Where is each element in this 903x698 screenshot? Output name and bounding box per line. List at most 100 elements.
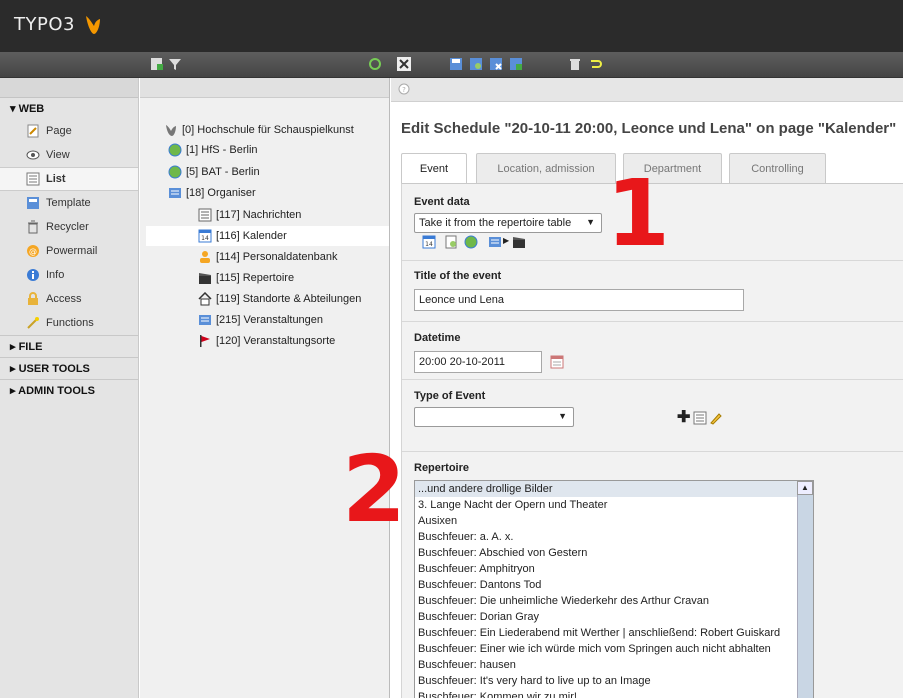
list-item[interactable]: Buschfeuer: It's very hard to live up to…: [415, 673, 813, 689]
svg-text:@: @: [29, 247, 37, 256]
field-title-of-event: Title of the event Leonce und Lena: [402, 261, 903, 322]
filter-icon[interactable]: [168, 57, 182, 71]
tree-node-organiser[interactable]: [18] Organiser: [168, 183, 256, 203]
module-item-label: Powermail: [46, 245, 98, 257]
list-item[interactable]: Buschfeuer: Amphitryon: [415, 561, 813, 577]
module-item-label: Functions: [46, 317, 94, 329]
new-page-icon[interactable]: [150, 57, 164, 71]
undo-icon[interactable]: [588, 57, 602, 71]
calendar-icon[interactable]: 14: [422, 235, 436, 249]
repertoire-listbox[interactable]: ...und andere drollige Bilder 3. Lange N…: [414, 480, 814, 698]
tree-node-label: [117] Nachrichten: [216, 209, 302, 221]
tab-location-admission[interactable]: Location, admission: [476, 153, 616, 183]
document-icon[interactable]: [444, 235, 458, 249]
module-item-label: View: [46, 149, 70, 161]
save-and-new-icon[interactable]: [509, 57, 523, 71]
page-tree: [0] Hochschule für Schauspielkunst [1] H…: [140, 78, 390, 698]
list-item[interactable]: Buschfeuer: Einer wie ich würde mich vom…: [415, 641, 813, 657]
arrow-right-icon: ▶: [503, 236, 510, 245]
list-item[interactable]: Buschfeuer: Kommen wir zu mir!: [415, 689, 813, 698]
module-menu: ▾ WEB Page View List Template Recycler @…: [0, 78, 139, 698]
list-item[interactable]: Buschfeuer: Ein Liederabend mit Werther …: [415, 625, 813, 641]
sysfolder-icon: [199, 315, 211, 325]
list-item[interactable]: ...und andere drollige Bilder: [415, 481, 813, 497]
save-and-view-icon[interactable]: [469, 57, 483, 71]
section-file[interactable]: ▸ FILE: [0, 335, 138, 357]
module-item-powermail[interactable]: @ Powermail: [0, 239, 138, 263]
chevron-down-icon: ▼: [558, 411, 567, 421]
save-and-close-icon[interactable]: [489, 57, 503, 71]
info-icon: [27, 269, 39, 281]
powermail-icon: @: [27, 245, 39, 257]
list-item[interactable]: Buschfeuer: Dorian Gray: [415, 609, 813, 625]
tree-node-veranstaltungsorte[interactable]: [120] Veranstaltungsorte: [198, 331, 335, 351]
tree-node-label: [1] HfS - Berlin: [186, 144, 258, 156]
help-icon[interactable]: ?: [398, 83, 410, 95]
clapperboard-icon[interactable]: [512, 235, 526, 249]
list-item[interactable]: Buschfeuer: a. A. x.: [415, 529, 813, 545]
module-item-recycler[interactable]: Recycler: [0, 215, 138, 239]
tree-node-label: [18] Organiser: [186, 187, 256, 199]
flag-icon: [200, 335, 210, 347]
tab-controlling[interactable]: Controlling: [729, 153, 826, 183]
save-icon[interactable]: [449, 57, 463, 71]
tree-node-standorte[interactable]: [119] Standorte & Abteilungen: [198, 289, 361, 309]
module-item-list[interactable]: List: [0, 167, 138, 191]
delete-icon[interactable]: [568, 57, 582, 71]
refresh-icon[interactable]: [368, 57, 382, 71]
tree-node-kalender[interactable]: 14 [116] Kalender: [146, 226, 389, 246]
scroll-up-arrow-icon[interactable]: ▲: [797, 481, 813, 495]
date-picker-icon[interactable]: [550, 355, 564, 369]
tree-node-personaldatenbank[interactable]: [114] Personaldatenbank: [198, 247, 338, 267]
page-icon: [27, 124, 39, 138]
tree-node-repertoire[interactable]: [115] Repertoire: [198, 268, 294, 288]
chevron-down-icon: ▼: [586, 217, 595, 227]
field-label: Repertoire: [414, 462, 470, 474]
field-label: Type of Event: [414, 390, 486, 402]
list-item[interactable]: Buschfeuer: Die unheimliche Wiederkehr d…: [415, 593, 813, 609]
tree-node-root[interactable]: [0] Hochschule für Schauspielkunst: [164, 120, 354, 140]
module-item-info[interactable]: Info: [0, 263, 138, 287]
module-item-page[interactable]: Page: [0, 119, 138, 143]
type-of-event-select[interactable]: ▼: [414, 407, 574, 427]
section-user-tools[interactable]: ▸ USER TOOLS: [0, 357, 138, 379]
edit-pencil-icon[interactable]: [709, 411, 723, 425]
tree-node-bat[interactable]: [5] BAT - Berlin: [168, 162, 260, 182]
datetime-input[interactable]: 20:00 20-10-2011: [414, 351, 542, 373]
typo3-logo[interactable]: TYPO3: [14, 14, 75, 35]
trash-icon: [28, 220, 38, 234]
list-item[interactable]: 3. Lange Nacht der Opern und Theater: [415, 497, 813, 513]
sysfolder-icon[interactable]: [488, 235, 502, 249]
field-repertoire: Repertoire ...und andere drollige Bilder…: [402, 452, 903, 698]
list-item[interactable]: Buschfeuer: Dantons Tod: [415, 577, 813, 593]
close-icon[interactable]: [397, 57, 411, 71]
list-item[interactable]: Buschfeuer: Abschied von Gestern: [415, 545, 813, 561]
tree-node-label: [115] Repertoire: [216, 272, 295, 284]
svg-text:14: 14: [425, 241, 433, 248]
list-records-icon[interactable]: [693, 411, 707, 425]
listbox-scrollbar[interactable]: ▲: [797, 481, 813, 698]
tree-node-hfs[interactable]: [1] HfS - Berlin: [168, 140, 258, 160]
module-item-view[interactable]: View: [0, 143, 138, 167]
select-value: Take it from the repertoire table: [419, 217, 572, 229]
field-datetime: Datetime 20:00 20-10-2011: [402, 322, 903, 380]
list-item[interactable]: Buschfeuer: hausen: [415, 657, 813, 673]
tree-node-veranstaltungen[interactable]: [215] Veranstaltungen: [198, 310, 323, 330]
module-item-access[interactable]: Access: [0, 287, 138, 311]
tree-node-nachrichten[interactable]: [117] Nachrichten: [198, 205, 301, 225]
svg-text:14: 14: [201, 235, 209, 242]
section-web[interactable]: ▾ WEB: [0, 98, 138, 119]
section-admin-tools[interactable]: ▸ ADMIN TOOLS: [0, 379, 138, 401]
event-data-select[interactable]: Take it from the repertoire table ▼: [414, 213, 602, 233]
title-input[interactable]: Leonce und Lena: [414, 289, 744, 311]
tab-event[interactable]: Event: [401, 153, 467, 184]
typo3-root-icon: [166, 125, 176, 136]
top-bar: TYPO3: [0, 0, 903, 52]
typo3-logo-icon: [86, 16, 100, 34]
list-item[interactable]: Ausixen: [415, 513, 813, 529]
tree-node-label: [5] BAT - Berlin: [186, 166, 260, 178]
globe-icon[interactable]: [464, 235, 478, 249]
module-item-template[interactable]: Template: [0, 191, 138, 215]
module-item-functions[interactable]: Functions: [0, 311, 138, 335]
add-record-icon[interactable]: ✚: [677, 407, 690, 427]
